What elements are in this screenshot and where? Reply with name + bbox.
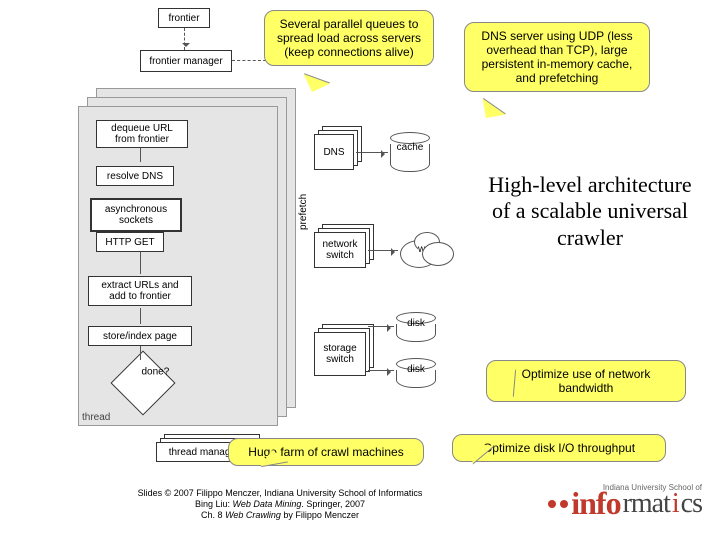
resolve-dns-box: resolve DNS: [96, 166, 174, 186]
connector: [368, 370, 394, 371]
http-get-label: HTTP GET: [105, 237, 154, 248]
cache-label: cache: [390, 142, 430, 153]
network-switch-box: network switch: [314, 232, 366, 268]
callout-dns: DNS server using UDP (less overhead than…: [464, 22, 650, 92]
http-get-box: HTTP GET: [96, 232, 164, 252]
callout-disk-text: Optimize disk I/O throughput: [483, 441, 635, 455]
callout-dns-ptr: [467, 99, 506, 138]
extract-box: extract URLs and add to frontier: [88, 276, 192, 306]
credit-l2a: Bing Liu:: [195, 499, 233, 509]
connector: [368, 326, 394, 327]
frontier-box: frontier: [158, 8, 210, 28]
thread-label: thread: [82, 412, 110, 423]
connector: [140, 308, 141, 324]
disk2-label: disk: [396, 364, 436, 375]
dns-label: DNS: [323, 147, 344, 158]
disk1-cyl: disk: [396, 312, 436, 342]
frontier-manager-box: frontier manager: [140, 50, 232, 72]
callout-farm-ptr: [256, 434, 288, 466]
storage-switch-box: storage switch: [314, 332, 366, 376]
extract-label: extract URLs and add to frontier: [93, 280, 187, 302]
done-label: done?: [132, 367, 178, 378]
credit-l2b: Web Data Mining: [233, 499, 302, 509]
dns-box: DNS: [314, 134, 354, 170]
storage-switch-label: storage switch: [319, 343, 361, 365]
credit-l2c: . Springer, 2007: [301, 499, 365, 509]
resolve-dns-label: resolve DNS: [107, 171, 163, 182]
callout-queues: Several parallel queues to spread load a…: [264, 10, 434, 66]
callout-dns-text: DNS server using UDP (less overhead than…: [481, 29, 632, 85]
credit-l1: Slides © 2007 Filippo Menczer, Indiana U…: [138, 488, 423, 498]
logo-tagline: Indiana University School of: [603, 483, 702, 492]
cache-cyl: cache: [390, 132, 430, 172]
async-sockets-box: asynchronous sockets: [90, 198, 182, 232]
connector: [140, 148, 141, 162]
async-sockets-label: asynchronous sockets: [96, 204, 176, 226]
connector: [140, 346, 141, 360]
dequeue-box: dequeue URL from frontier: [96, 120, 188, 148]
connector: [140, 252, 141, 274]
store-box: store/index page: [88, 326, 192, 346]
web-label: web: [418, 244, 436, 255]
arrow: [184, 28, 185, 50]
logo-part2: rmat: [623, 488, 670, 520]
connector: [356, 152, 388, 153]
frontier-label: frontier: [168, 13, 199, 24]
credit-l3b: Web Crawling: [225, 510, 281, 520]
network-switch-label: network switch: [319, 239, 361, 261]
prefetch-label: prefetch: [298, 194, 309, 230]
connector: [368, 250, 398, 251]
web-cloud: web: [400, 232, 460, 272]
callout-bandwidth: Optimize use of network bandwidth: [486, 360, 686, 402]
page-title-text: High-level architecture of a scalable un…: [488, 172, 691, 250]
callout-bandwidth-ptr: [485, 367, 515, 397]
informatics-logo: Indiana University School of informatics: [547, 485, 702, 522]
disk1-label: disk: [396, 318, 436, 329]
page-title: High-level architecture of a scalable un…: [480, 172, 700, 251]
callout-queues-text: Several parallel queues to spread load a…: [277, 17, 421, 59]
callout-queues-ptr: [294, 74, 330, 110]
logo-part3: cs: [681, 488, 702, 520]
credit-block: Slides © 2007 Filippo Menczer, Indiana U…: [110, 488, 450, 520]
disk2-cyl: disk: [396, 358, 436, 388]
callout-bandwidth-text: Optimize use of network bandwidth: [522, 367, 651, 395]
frontier-manager-label: frontier manager: [149, 56, 222, 67]
credit-l3a: Ch. 8: [201, 510, 225, 520]
credit-l3c: by Filippo Menczer: [281, 510, 359, 520]
dequeue-label: dequeue URL from frontier: [101, 123, 183, 145]
store-label: store/index page: [103, 331, 177, 342]
